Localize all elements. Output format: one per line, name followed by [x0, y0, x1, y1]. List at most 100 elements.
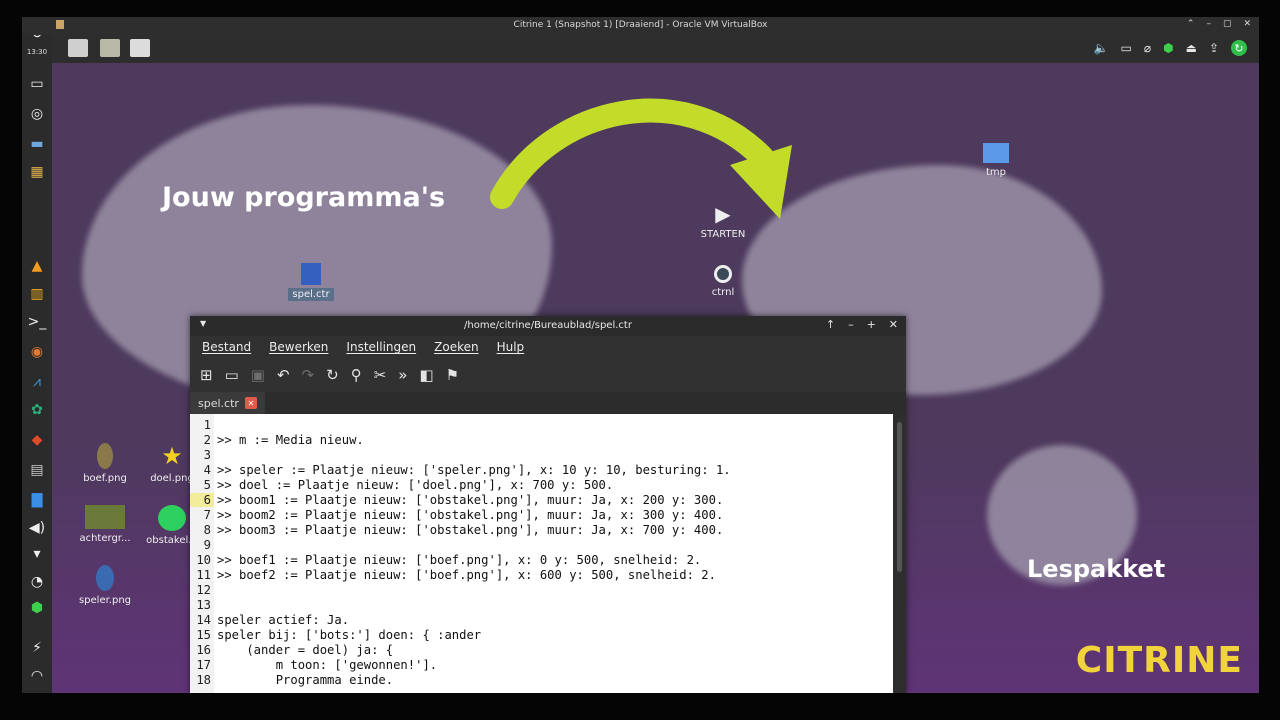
code-text: >> boom1 := Plaatje nieuw: ['obstakel.pn… [217, 493, 724, 507]
desktop-icon-spel[interactable]: spel.ctr [276, 263, 346, 301]
gauge-icon[interactable]: ◔ [26, 571, 48, 593]
desktop-icon-label: speler.png [78, 595, 132, 606]
line-number: 18 [196, 673, 211, 687]
keep-above-icon[interactable]: ↑ [826, 318, 835, 331]
maximize-icon[interactable]: ▢ [1223, 19, 1232, 29]
code-line: 8 >> boom3 := Plaatje nieuw: ['obstakel.p… [190, 523, 880, 538]
app-icon[interactable]: ▭ [26, 73, 48, 95]
monitor-icon[interactable]: ⩘ [26, 371, 48, 393]
image-viewer-icon[interactable] [130, 39, 150, 57]
save-icon[interactable]: ▣ [251, 366, 265, 384]
updates-icon[interactable]: ⇪ [1209, 41, 1219, 55]
image-icon [158, 505, 186, 531]
undo-icon[interactable]: ↶ [277, 366, 290, 384]
speaker-icon[interactable]: ◀) [26, 517, 48, 539]
minimize-icon[interactable]: – [848, 318, 854, 331]
new-file-icon[interactable]: ⊞ [200, 366, 213, 384]
code-editor[interactable]: 1 2 >> m := Media nieuw. 3 4 >> speler := Pla… [190, 414, 893, 693]
logout-icon[interactable]: ↻ [26, 35, 48, 45]
code-text: >> boef1 := Plaatje nieuw: ['boef.png'],… [217, 553, 702, 567]
refresh-icon[interactable]: ↻ [1231, 40, 1247, 56]
chromium-icon[interactable]: ◎ [26, 103, 48, 125]
code-line: 14 speler actief: Ja. [190, 613, 880, 628]
chat-icon[interactable]: ▇ [26, 489, 48, 511]
attachment-icon[interactable]: ⌀ [1144, 41, 1151, 55]
editor-menubar: Bestand Bewerken Instellingen Zoeken Hul… [190, 336, 906, 358]
code-line: 5 >> doel := Plaatje nieuw: ['doel.png'],… [190, 478, 880, 493]
desktop-icon-speler[interactable]: speler.png [70, 565, 140, 606]
desktop-icon-ctrnl[interactable]: ctrnl [688, 265, 758, 298]
vlc-icon[interactable]: ▲ [26, 255, 48, 277]
code-text: m toon: ['gewonnen!']. [217, 658, 438, 672]
dashboard-icon[interactable] [68, 39, 88, 57]
desktop-icon-starten[interactable]: ▶ STARTEN [688, 203, 758, 240]
network-icon[interactable]: ▾ [26, 543, 48, 565]
maximize-icon[interactable]: + [867, 318, 876, 331]
code-line: 18 Programma einde. [190, 673, 880, 688]
game-icon[interactable]: ◉ [26, 341, 48, 363]
line-number: 15 [196, 628, 211, 642]
close-tab-icon[interactable]: ✕ [244, 397, 257, 409]
menu-instellingen[interactable]: Instellingen [346, 340, 416, 354]
dashboard-icon[interactable]: ◠ [26, 665, 48, 687]
sidebar-icon[interactable]: ◧ [419, 366, 433, 384]
search-icon[interactable]: ⚲ [351, 366, 362, 384]
eject-icon[interactable]: ⏏ [1186, 41, 1197, 55]
document-icon [301, 263, 321, 285]
shield-icon[interactable]: ⬢ [26, 597, 48, 619]
editor-tabbar: spel.ctr ✕ [190, 392, 906, 414]
disk-icon[interactable]: ▤ [26, 459, 48, 481]
play-icon: ▶ [715, 202, 731, 226]
display-icon[interactable]: ▭ [1121, 41, 1132, 55]
bookmark-icon[interactable]: ⚑ [446, 366, 459, 384]
desktop-icon-boef[interactable]: boef.png [70, 443, 140, 484]
replace-icon[interactable]: ✂ [374, 366, 387, 384]
minimize-icon[interactable]: – [1206, 19, 1211, 29]
menu-bestand[interactable]: Bestand [202, 340, 251, 354]
settings-icon[interactable]: ✿ [26, 399, 48, 421]
arrow-icon [490, 98, 792, 219]
line-number: 3 [203, 448, 211, 462]
code-text: >> doel := Plaatje nieuw: ['doel.png'], … [217, 478, 614, 492]
restore-icon[interactable]: ⌃ [1187, 19, 1195, 29]
menu-bewerken[interactable]: Bewerken [269, 340, 328, 354]
store-icon[interactable]: ▥ [26, 283, 48, 305]
code-line: 13 [190, 598, 880, 613]
menu-zoeken[interactable]: Zoeken [434, 340, 478, 354]
close-icon[interactable]: ✕ [1243, 19, 1251, 29]
file-manager-icon[interactable] [100, 39, 120, 57]
brave-icon[interactable]: ◆ [26, 429, 48, 451]
line-number: 9 [203, 538, 211, 552]
tab-spel[interactable]: spel.ctr ✕ [190, 392, 265, 414]
desktop-icon-label: boef.png [83, 473, 127, 484]
editor-window-controls: ↑ – + ✕ [826, 318, 898, 331]
volume-icon[interactable]: 🔈 [1094, 41, 1109, 55]
editor-titlebar: ▼ /home/citrine/Bureaublad/spel.ctr ↑ – … [190, 316, 906, 336]
package-icon[interactable]: ▦ [26, 161, 48, 183]
scrollbar-thumb[interactable] [897, 422, 902, 572]
terminal-icon[interactable]: >_ [26, 311, 48, 333]
folder-icon[interactable]: ▬ [26, 133, 48, 155]
desktop-icon-label: spel.ctr [288, 288, 334, 301]
code-text: >> m := Media nieuw. [217, 433, 364, 447]
line-number: 11 [196, 568, 211, 582]
desktop-icon-label: tmp [985, 167, 1006, 178]
desktop-icon-label: ctrnl [711, 287, 735, 298]
redo-icon[interactable]: ↷ [302, 366, 315, 384]
desktop-icon-tmp[interactable]: tmp [961, 143, 1031, 178]
desktop-icon-achtergrond[interactable]: achtergr... [70, 505, 140, 544]
jump-icon[interactable]: » [398, 366, 407, 384]
open-folder-icon[interactable]: ▭ [225, 366, 239, 384]
reload-icon[interactable]: ↻ [326, 366, 339, 384]
menu-hulp[interactable]: Hulp [497, 340, 525, 354]
power-icon[interactable]: ⚡ [26, 637, 48, 659]
code-text: >> boom3 := Plaatje nieuw: ['obstakel.pn… [217, 523, 724, 537]
editor-window: ▼ /home/citrine/Bureaublad/spel.ctr ↑ – … [190, 316, 906, 693]
code-line: 10 >> boef1 := Plaatje nieuw: ['boef.png'… [190, 553, 880, 568]
shield-icon[interactable]: ⬢ [1163, 41, 1173, 55]
code-line: 1 [190, 418, 880, 433]
desktop-icon-label: achtergr... [79, 533, 131, 544]
line-number: 12 [196, 583, 211, 597]
close-icon[interactable]: ✕ [889, 318, 898, 331]
vertical-scrollbar[interactable] [893, 414, 906, 693]
